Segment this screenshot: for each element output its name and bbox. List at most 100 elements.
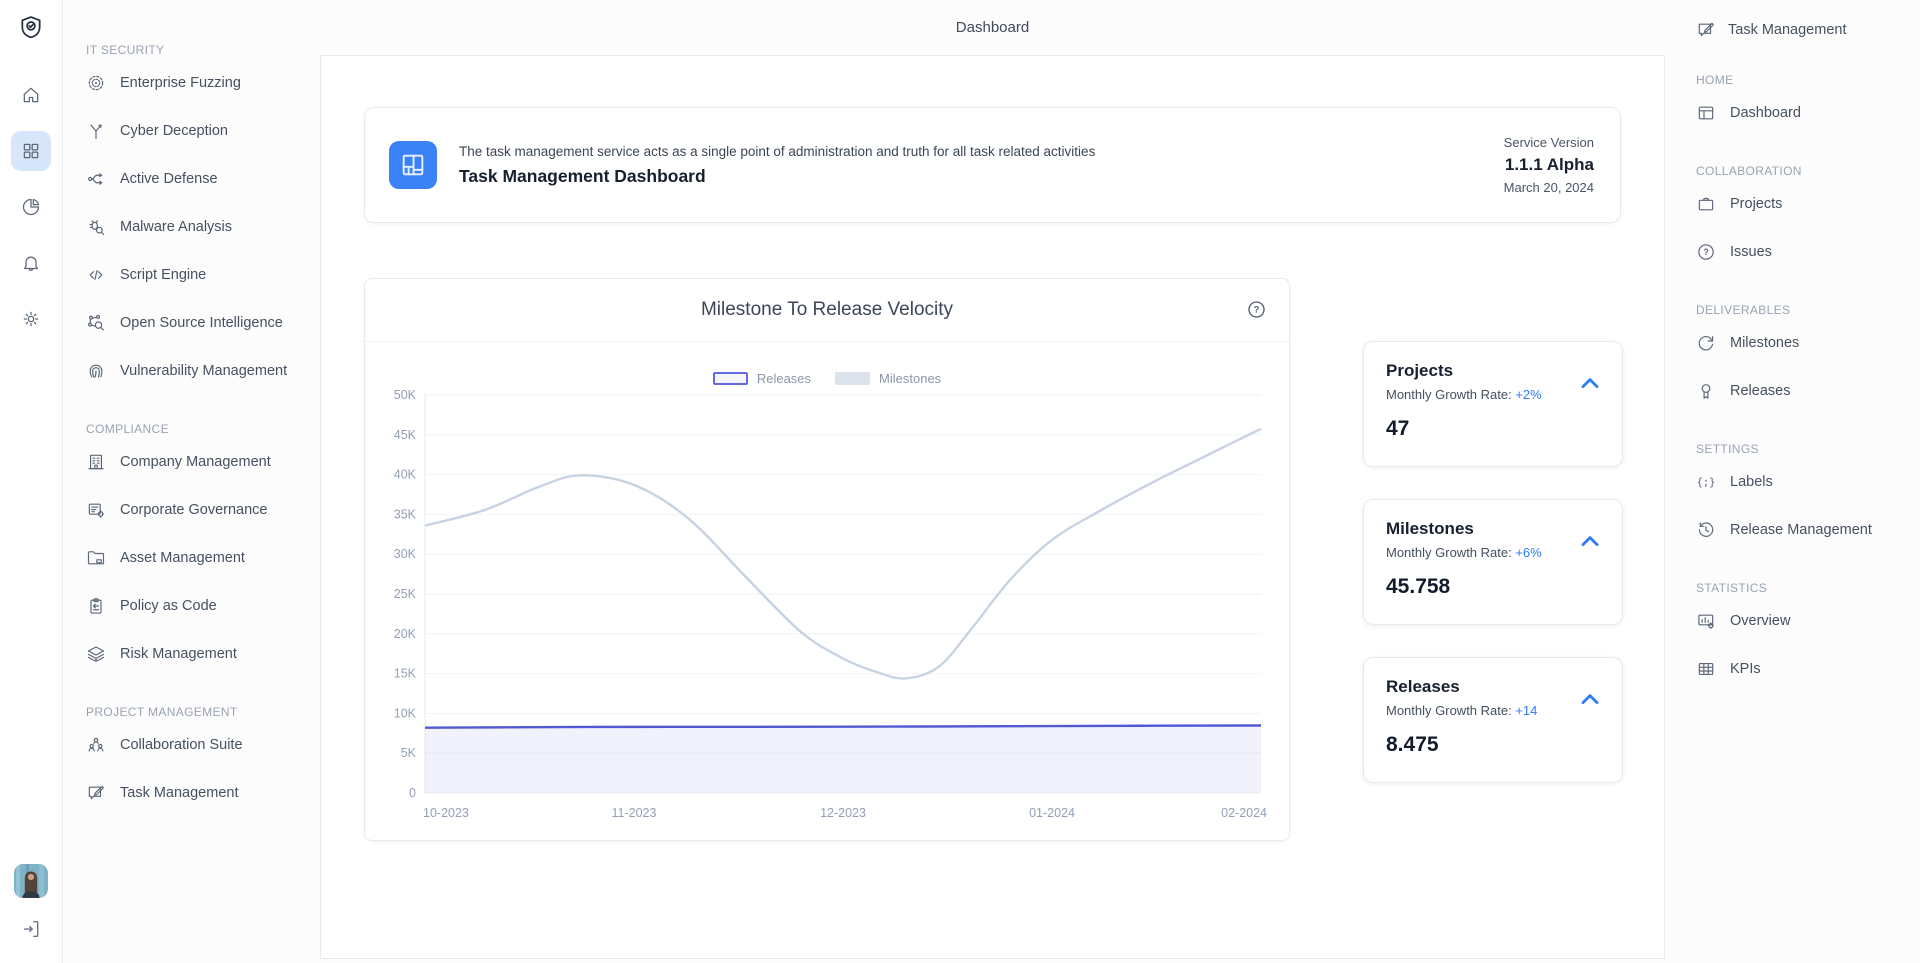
- sidebar-item-label: Malware Analysis: [120, 219, 232, 235]
- sidebar-item-enterprise-fuzzing[interactable]: Enterprise Fuzzing: [86, 59, 314, 107]
- legend-swatch-milestones: [835, 372, 870, 385]
- refresh-icon: [1696, 333, 1716, 353]
- sidebar-item-risk-management[interactable]: Risk Management: [86, 630, 314, 678]
- svg-text:12-2023: 12-2023: [820, 806, 866, 820]
- sidebar-item-open-source-intelligence[interactable]: Open Source Intelligence: [86, 299, 314, 347]
- sidebar-item-label: Active Defense: [120, 171, 218, 187]
- legend-item-releases[interactable]: Releases: [713, 371, 811, 386]
- rail-item-grid[interactable]: [11, 131, 51, 171]
- sidebar-item-label: Corporate Governance: [120, 502, 268, 518]
- sidebar-item-vulnerability-management[interactable]: Vulnerability Management: [86, 347, 314, 395]
- rightbar-item-label: Milestones: [1730, 335, 1799, 351]
- sidebar-item-corporate-governance[interactable]: Corporate Governance: [86, 486, 314, 534]
- rightbar-item-label: Labels: [1730, 474, 1773, 490]
- stat-card-title: Releases: [1386, 677, 1600, 697]
- header-card: The task management service acts as a si…: [364, 107, 1621, 223]
- rightbar-title[interactable]: Task Management: [1696, 14, 1914, 46]
- sidebar-item-asset-management[interactable]: Asset Management: [86, 534, 314, 582]
- stat-card-subtitle: Monthly Growth Rate: +6%: [1386, 545, 1600, 560]
- sidebar-item-task-management[interactable]: Task Management: [86, 769, 314, 817]
- rightbar-item-dashboard[interactable]: Dashboard: [1696, 89, 1914, 137]
- sidebar-item-cyber-deception[interactable]: Cyber Deception: [86, 107, 314, 155]
- rightbar-item-milestones[interactable]: Milestones: [1696, 319, 1914, 367]
- svg-text:45K: 45K: [394, 428, 417, 442]
- svg-text:20K: 20K: [394, 627, 417, 641]
- rightbar-item-label: Projects: [1730, 196, 1782, 212]
- branch-icon: [86, 121, 106, 141]
- svg-text:{;}: {;}: [1697, 477, 1716, 489]
- sidebar-item-label: Enterprise Fuzzing: [120, 75, 241, 91]
- svg-text:?: ?: [1254, 305, 1260, 315]
- rail-item-home[interactable]: [11, 75, 51, 115]
- stat-card-value: 47: [1386, 417, 1600, 441]
- gear-icon: [21, 309, 41, 329]
- rightbar-item-release-management[interactable]: Release Management: [1696, 506, 1914, 554]
- svg-text:02-2024: 02-2024: [1221, 806, 1267, 820]
- rightbar-item-projects[interactable]: Projects: [1696, 180, 1914, 228]
- stat-card-value: 8.475: [1386, 733, 1600, 757]
- chevron-up-icon[interactable]: [1578, 372, 1602, 401]
- rail-item-gear[interactable]: [11, 299, 51, 339]
- sidebar-item-collaboration-suite[interactable]: Collaboration Suite: [86, 721, 314, 769]
- bug-search-icon: [86, 217, 106, 237]
- sidebar-item-active-defense[interactable]: Active Defense: [86, 155, 314, 203]
- service-version-value: 1.1.1 Alpha: [1504, 152, 1594, 178]
- chevron-up-icon[interactable]: [1578, 688, 1602, 717]
- stat-card-subtitle: Monthly Growth Rate: +2%: [1386, 387, 1600, 402]
- rightbar-item-releases[interactable]: Releases: [1696, 367, 1914, 415]
- rightbar-item-issues[interactable]: ?Issues: [1696, 228, 1914, 276]
- logout-icon[interactable]: [20, 918, 42, 945]
- rightbar-item-kpis[interactable]: KPIs: [1696, 645, 1914, 693]
- sidebar-item-company-management[interactable]: Company Management: [86, 438, 314, 486]
- rail-item-pie-chart[interactable]: [11, 187, 51, 227]
- rightbar-title-label: Task Management: [1728, 22, 1846, 38]
- rightbar-item-label: Dashboard: [1730, 105, 1801, 121]
- sidebar-item-malware-analysis[interactable]: Malware Analysis: [86, 203, 314, 251]
- help-circle-icon[interactable]: ?: [1246, 299, 1267, 325]
- content-row: Milestone To Release Velocity ? Releases…: [364, 278, 1664, 841]
- chart-card: Milestone To Release Velocity ? Releases…: [364, 278, 1290, 841]
- rightbar-item-overview[interactable]: Overview: [1696, 597, 1914, 645]
- folder-icon: [86, 548, 106, 568]
- sidebar-item-label: Task Management: [120, 785, 238, 801]
- svg-text:40K: 40K: [394, 468, 417, 482]
- legend-swatch-releases: [713, 372, 748, 385]
- right-sidebar: Task Management HOMEDashboardCOLLABORATI…: [1678, 0, 1920, 963]
- sidebar-item-label: Vulnerability Management: [120, 363, 287, 379]
- shield-check-icon[interactable]: [18, 14, 44, 45]
- svg-text:10K: 10K: [394, 706, 417, 720]
- history-icon: [1696, 520, 1716, 540]
- app-root: IT SECURITY Enterprise Fuzzing Cyber Decep…: [0, 0, 1920, 963]
- chart-legend: Releases Milestones: [365, 371, 1289, 385]
- svg-text:10-2023: 10-2023: [423, 806, 469, 820]
- legend-item-milestones[interactable]: Milestones: [835, 371, 941, 386]
- rightbar-item-labels[interactable]: {;} Labels: [1696, 458, 1914, 506]
- rail-item-bell[interactable]: [11, 243, 51, 283]
- stat-card-milestones: MilestonesMonthly Growth Rate: +6%45.758: [1363, 499, 1623, 625]
- page-title: Dashboard: [956, 19, 1029, 36]
- pie-chart-icon: [21, 197, 41, 217]
- chart-title: Milestone To Release Velocity: [701, 299, 953, 321]
- stat-card-growth: +2%: [1515, 387, 1541, 402]
- stat-card-projects: ProjectsMonthly Growth Rate: +2%47: [1363, 341, 1623, 467]
- rightbar-sections: HOMEDashboardCOLLABORATIONProjects?Issue…: [1696, 73, 1914, 693]
- sidebar-item-policy-as-code[interactable]: Policy as Code: [86, 582, 314, 630]
- sidebar-item-label: Asset Management: [120, 550, 245, 566]
- edit-message-icon: [86, 783, 106, 803]
- braces-icon: {;}: [1696, 472, 1716, 492]
- code-icon: [86, 265, 106, 285]
- building-icon: [86, 452, 106, 472]
- stat-card-growth: +14: [1515, 703, 1537, 718]
- rightbar-item-label: Releases: [1730, 383, 1790, 399]
- icon-rail: [0, 0, 63, 963]
- chevron-up-icon[interactable]: [1578, 530, 1602, 559]
- svg-text:5K: 5K: [401, 746, 417, 760]
- rightbar-item-label: Overview: [1730, 613, 1790, 629]
- rightbar-section-settings: SETTINGS: [1696, 442, 1914, 456]
- sidebar-section-project-management: PROJECT MANAGEMENT: [86, 705, 314, 719]
- sidebar-section-it-security: IT SECURITY: [86, 43, 314, 57]
- user-avatar[interactable]: [14, 864, 48, 898]
- sidebar-item-script-engine[interactable]: Script Engine: [86, 251, 314, 299]
- stat-cards-column: ProjectsMonthly Growth Rate: +2%47Milest…: [1363, 341, 1623, 841]
- network-search-icon: [86, 313, 106, 333]
